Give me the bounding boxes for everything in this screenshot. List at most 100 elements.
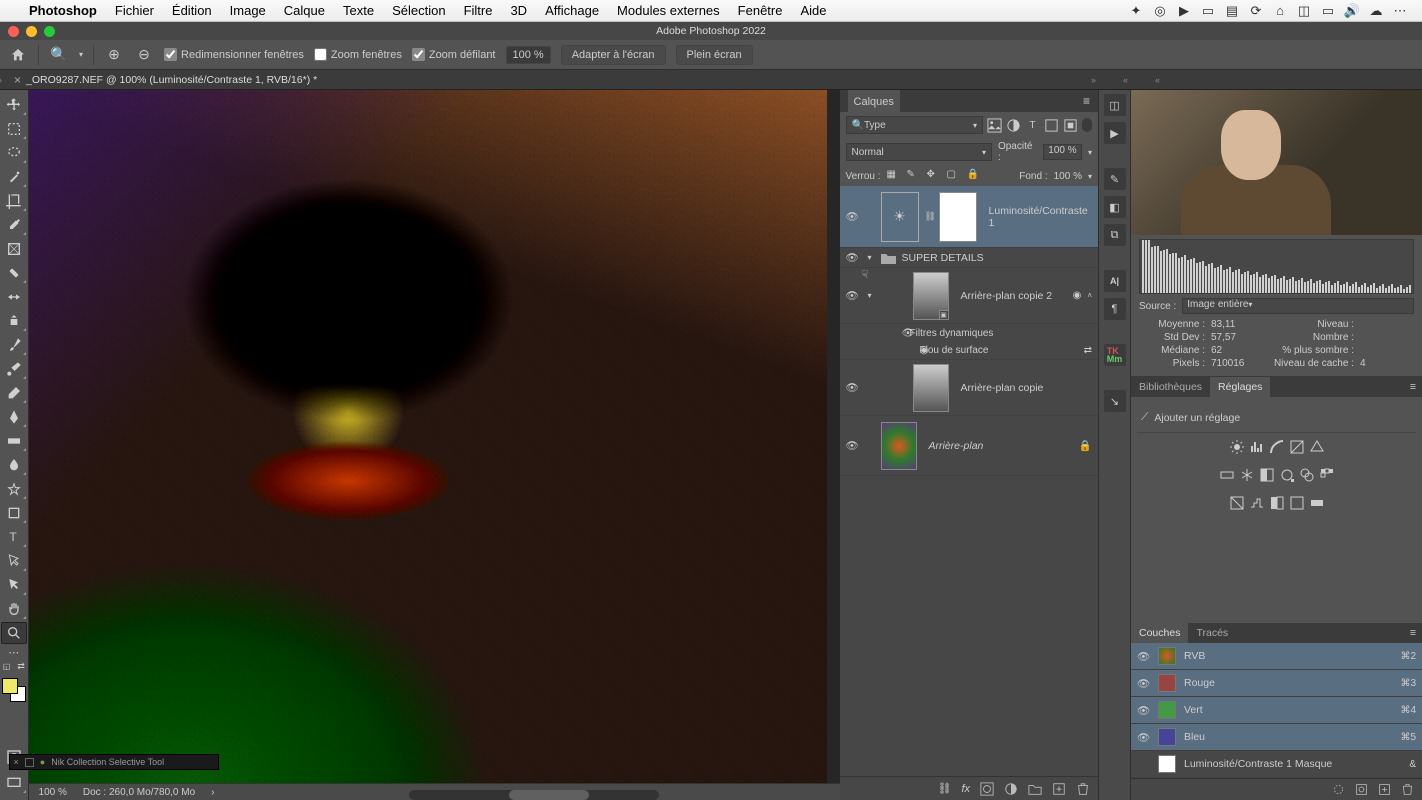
tray-icon[interactable]: ◎: [1151, 2, 1169, 20]
panel-icon[interactable]: ◫: [1104, 94, 1126, 116]
add-adjustment-icon[interactable]: [1004, 782, 1018, 796]
tab-adjustments[interactable]: Réglages: [1210, 377, 1270, 397]
nik-square-icon[interactable]: [25, 758, 34, 767]
smart-filter-visibility-icon[interactable]: ◉: [1073, 290, 1082, 301]
menu-window[interactable]: Fenêtre: [729, 3, 792, 18]
lock-transparency-icon[interactable]: ▦: [887, 169, 901, 183]
path-select-tool[interactable]: [1, 550, 27, 572]
selective-color-icon[interactable]: [1289, 495, 1305, 511]
smart-disclosure-icon[interactable]: ▾: [865, 291, 875, 300]
current-tool-icon[interactable]: 🔍: [49, 45, 69, 65]
histogram-source-select[interactable]: Image entière▾: [1182, 298, 1414, 314]
minimize-window-button[interactable]: [26, 26, 37, 37]
filter-shape-icon[interactable]: [1044, 118, 1059, 133]
new-layer-icon[interactable]: [1052, 782, 1066, 796]
close-window-button[interactable]: [8, 26, 19, 37]
color-swatches[interactable]: [2, 678, 26, 702]
eyedropper-tool[interactable]: [1, 214, 27, 236]
layer-bg-copy-1[interactable]: 👁 Arrière-plan copie: [840, 360, 1098, 416]
panel-collapse-icon[interactable]: «: [1123, 75, 1128, 85]
tray-icon[interactable]: ▭: [1319, 2, 1337, 20]
lock-icon[interactable]: 🔒: [1079, 439, 1092, 452]
channel-blue[interactable]: 👁Bleu⌘5: [1131, 724, 1422, 751]
eraser-tool[interactable]: [1, 382, 27, 404]
horizontal-scrollbar[interactable]: [409, 790, 659, 800]
visibility-toggle[interactable]: ◉: [918, 345, 931, 356]
blur-tool[interactable]: [1, 454, 27, 476]
visibility-toggle[interactable]: 👁: [902, 328, 915, 339]
layer-mask-thumb[interactable]: [939, 192, 977, 242]
panel-collapse-icon[interactable]: «: [1155, 75, 1160, 85]
history-brush-tool[interactable]: [1, 358, 27, 380]
layer-name[interactable]: Arrière-plan copie: [955, 382, 1092, 394]
menu-file[interactable]: Fichier: [106, 3, 163, 18]
toolbox-collapse-icon[interactable]: »: [0, 75, 2, 85]
opacity-dropdown-icon[interactable]: ▾: [1088, 148, 1092, 157]
zoom-windows-check[interactable]: Zoom fenêtres: [314, 48, 402, 61]
document-tab[interactable]: × _ORO9287.NEF @ 100% (Luminosité/Contra…: [6, 73, 325, 87]
full-screen-button[interactable]: Plein écran: [676, 45, 753, 65]
menu-3d[interactable]: 3D: [501, 3, 536, 18]
move-tool[interactable]: [1, 94, 27, 116]
save-selection-icon[interactable]: [1355, 783, 1368, 796]
visibility-toggle[interactable]: 👁: [1137, 704, 1150, 717]
filter-toggle[interactable]: [1082, 118, 1092, 132]
menu-filter[interactable]: Filtre: [455, 3, 502, 18]
nik-collection-toolbar[interactable]: × ● Nik Collection Selective Tool: [9, 754, 219, 770]
hue-sat-icon[interactable]: [1219, 467, 1235, 483]
panel-path-icon[interactable]: ↘: [1104, 390, 1126, 412]
tab-paths[interactable]: Tracés: [1188, 623, 1236, 643]
document-canvas[interactable]: [29, 90, 827, 787]
layer-filter-type[interactable]: 🔍 Type▾: [846, 116, 983, 134]
lasso-tool[interactable]: [1, 142, 27, 164]
menu-select[interactable]: Sélection: [383, 3, 454, 18]
filter-image-icon[interactable]: [987, 118, 1002, 133]
fit-screen-button[interactable]: Adapter à l'écran: [561, 45, 666, 65]
maximize-window-button[interactable]: [44, 26, 55, 37]
layer-group-super-details[interactable]: 👁 ▾ SUPER DETAILS ☟: [840, 248, 1098, 268]
layer-thumb[interactable]: ▣: [913, 272, 949, 320]
exposure-icon[interactable]: [1289, 439, 1305, 455]
menu-text[interactable]: Texte: [334, 3, 383, 18]
color-lookup-icon[interactable]: [1319, 467, 1335, 483]
gradient-map-icon[interactable]: [1309, 495, 1325, 511]
marquee-tool[interactable]: [1, 118, 27, 140]
delete-channel-icon[interactable]: [1401, 783, 1414, 796]
new-channel-icon[interactable]: [1378, 783, 1391, 796]
posterize-icon[interactable]: [1249, 495, 1265, 511]
visibility-toggle[interactable]: 👁: [1137, 650, 1150, 663]
edit-toolbar[interactable]: ⋯: [1, 646, 27, 658]
lock-all-icon[interactable]: 🔒: [967, 169, 981, 183]
crop-tool[interactable]: [1, 190, 27, 212]
lock-pixels-icon[interactable]: ✎: [907, 169, 921, 183]
threshold-icon[interactable]: [1269, 495, 1285, 511]
layer-bg-copy-2[interactable]: 👁 ▾ ▣ Arrière-plan copie 2 ◉ ˄: [840, 268, 1098, 324]
tray-icon[interactable]: ☁: [1367, 2, 1385, 20]
visibility-toggle[interactable]: 👁: [846, 210, 859, 223]
filter-adjust-icon[interactable]: [1006, 118, 1021, 133]
menu-edit[interactable]: Édition: [163, 3, 221, 18]
zoom-scroll-check[interactable]: Zoom défilant: [412, 48, 496, 61]
brightness-icon[interactable]: [1229, 439, 1245, 455]
panel-paragraph-icon[interactable]: ¶: [1104, 298, 1126, 320]
dodge-tool[interactable]: [1, 478, 27, 500]
opacity-value[interactable]: 100 %: [1043, 144, 1082, 160]
home-button[interactable]: [8, 45, 28, 65]
screen-mode-icon[interactable]: [1, 772, 27, 794]
status-doc-info[interactable]: Doc : 260,0 Mo/780,0 Mo: [83, 787, 195, 798]
tab-channels[interactable]: Couches: [1131, 623, 1188, 643]
link-layers-icon[interactable]: ⛓: [937, 782, 951, 795]
color-balance-icon[interactable]: [1239, 467, 1255, 483]
fill-dropdown-icon[interactable]: ▾: [1088, 172, 1092, 181]
close-tab-icon[interactable]: ×: [14, 73, 21, 87]
healing-tool[interactable]: [1, 262, 27, 284]
lock-artboard-icon[interactable]: ▢: [947, 169, 961, 183]
gradient-tool[interactable]: [1, 430, 27, 452]
shape-tool[interactable]: [1, 502, 27, 524]
type-tool[interactable]: T: [1, 526, 27, 548]
panel-collapse-icon[interactable]: »: [1091, 75, 1096, 85]
status-arrow-icon[interactable]: ›: [211, 787, 214, 798]
tray-icon[interactable]: ⌂: [1271, 2, 1289, 20]
layer-background[interactable]: 👁 Arrière-plan 🔒: [840, 416, 1098, 476]
filter-type-icon[interactable]: T: [1025, 118, 1040, 133]
